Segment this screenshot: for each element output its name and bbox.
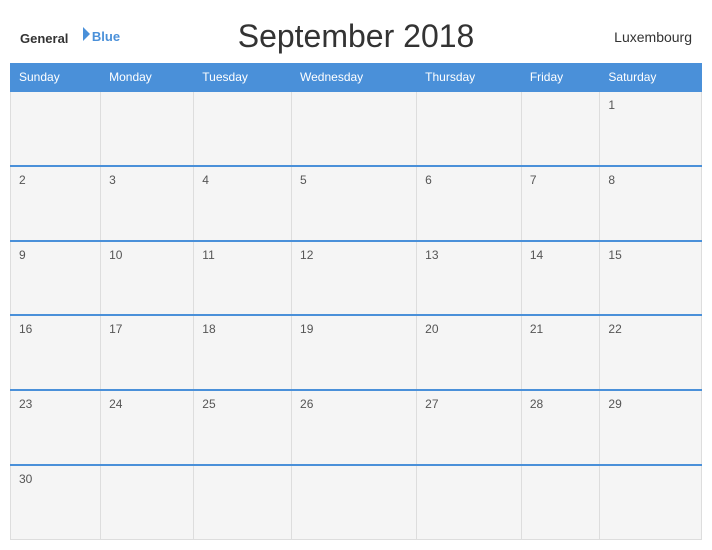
calendar-day bbox=[101, 465, 194, 540]
calendar-day bbox=[101, 91, 194, 166]
day-number: 11 bbox=[202, 248, 214, 262]
calendar-day bbox=[194, 91, 292, 166]
day-number: 10 bbox=[109, 248, 122, 262]
calendar-day bbox=[417, 465, 522, 540]
day-number: 3 bbox=[109, 173, 116, 187]
day-number: 27 bbox=[425, 397, 438, 411]
col-friday: Friday bbox=[521, 64, 600, 92]
day-number: 14 bbox=[530, 248, 543, 262]
day-number: 23 bbox=[19, 397, 32, 411]
calendar-day: 27 bbox=[417, 390, 522, 465]
day-number: 24 bbox=[109, 397, 122, 411]
calendar-day: 9 bbox=[11, 241, 101, 316]
calendar-day: 18 bbox=[194, 315, 292, 390]
day-number: 1 bbox=[608, 98, 615, 112]
day-number: 22 bbox=[608, 322, 621, 336]
calendar-day: 23 bbox=[11, 390, 101, 465]
calendar-day: 12 bbox=[292, 241, 417, 316]
day-number: 8 bbox=[608, 173, 615, 187]
calendar-header: General Blue September 2018 Luxembourg bbox=[10, 10, 702, 63]
calendar-day bbox=[417, 91, 522, 166]
calendar-day: 1 bbox=[600, 91, 702, 166]
col-sunday: Sunday bbox=[11, 64, 101, 92]
calendar-week-row: 2 3 4 5 6 7 8 bbox=[11, 166, 702, 241]
calendar-day bbox=[521, 465, 600, 540]
calendar-day: 13 bbox=[417, 241, 522, 316]
calendar-day bbox=[11, 91, 101, 166]
day-number: 7 bbox=[530, 173, 537, 187]
day-number: 26 bbox=[300, 397, 313, 411]
calendar-day bbox=[194, 465, 292, 540]
calendar-week-row: 16 17 18 19 20 21 22 bbox=[11, 315, 702, 390]
calendar-day: 21 bbox=[521, 315, 600, 390]
calendar-day: 29 bbox=[600, 390, 702, 465]
day-number: 25 bbox=[202, 397, 215, 411]
logo: General Blue bbox=[20, 25, 120, 48]
day-number: 19 bbox=[300, 322, 313, 336]
calendar-week-row: 30 bbox=[11, 465, 702, 540]
day-number: 29 bbox=[608, 397, 621, 411]
calendar-header-row: Sunday Monday Tuesday Wednesday Thursday… bbox=[11, 64, 702, 92]
day-number: 13 bbox=[425, 248, 438, 262]
calendar-day: 5 bbox=[292, 166, 417, 241]
calendar-day: 10 bbox=[101, 241, 194, 316]
calendar-day: 20 bbox=[417, 315, 522, 390]
calendar-week-row: 1 bbox=[11, 91, 702, 166]
calendar-day: 26 bbox=[292, 390, 417, 465]
calendar-day: 25 bbox=[194, 390, 292, 465]
calendar-day: 6 bbox=[417, 166, 522, 241]
calendar-day: 14 bbox=[521, 241, 600, 316]
calendar-day: 30 bbox=[11, 465, 101, 540]
col-saturday: Saturday bbox=[600, 64, 702, 92]
calendar-day: 8 bbox=[600, 166, 702, 241]
day-number: 18 bbox=[202, 322, 215, 336]
day-number: 28 bbox=[530, 397, 543, 411]
day-number: 20 bbox=[425, 322, 438, 336]
calendar-day: 24 bbox=[101, 390, 194, 465]
day-number: 16 bbox=[19, 322, 32, 336]
calendar-day bbox=[521, 91, 600, 166]
col-wednesday: Wednesday bbox=[292, 64, 417, 92]
calendar-day bbox=[292, 91, 417, 166]
logo-general-text: General bbox=[20, 31, 68, 46]
day-number: 5 bbox=[300, 173, 307, 187]
col-monday: Monday bbox=[101, 64, 194, 92]
calendar-day bbox=[292, 465, 417, 540]
calendar-table: Sunday Monday Tuesday Wednesday Thursday… bbox=[10, 63, 702, 540]
country-label: Luxembourg bbox=[592, 29, 692, 45]
calendar-day: 17 bbox=[101, 315, 194, 390]
day-number: 4 bbox=[202, 173, 209, 187]
calendar-day: 28 bbox=[521, 390, 600, 465]
calendar-week-row: 23 24 25 26 27 28 29 bbox=[11, 390, 702, 465]
logo-blue-text: Blue bbox=[92, 29, 120, 44]
calendar-day: 4 bbox=[194, 166, 292, 241]
col-thursday: Thursday bbox=[417, 64, 522, 92]
calendar-day: 7 bbox=[521, 166, 600, 241]
calendar-title: September 2018 bbox=[120, 18, 592, 55]
calendar-day: 16 bbox=[11, 315, 101, 390]
calendar-day: 3 bbox=[101, 166, 194, 241]
calendar-day: 22 bbox=[600, 315, 702, 390]
calendar-day bbox=[600, 465, 702, 540]
calendar-day: 19 bbox=[292, 315, 417, 390]
day-number: 21 bbox=[530, 322, 543, 336]
day-number: 6 bbox=[425, 173, 432, 187]
calendar-week-row: 9 10 11 12 13 14 15 bbox=[11, 241, 702, 316]
day-number: 12 bbox=[300, 248, 313, 262]
logo-icon bbox=[74, 25, 92, 43]
day-number: 17 bbox=[109, 322, 122, 336]
day-number: 9 bbox=[19, 248, 26, 262]
day-number: 2 bbox=[19, 173, 26, 187]
col-tuesday: Tuesday bbox=[194, 64, 292, 92]
calendar-day: 11 bbox=[194, 241, 292, 316]
calendar-day: 15 bbox=[600, 241, 702, 316]
day-number: 30 bbox=[19, 472, 32, 486]
day-number: 15 bbox=[608, 248, 621, 262]
calendar-day: 2 bbox=[11, 166, 101, 241]
